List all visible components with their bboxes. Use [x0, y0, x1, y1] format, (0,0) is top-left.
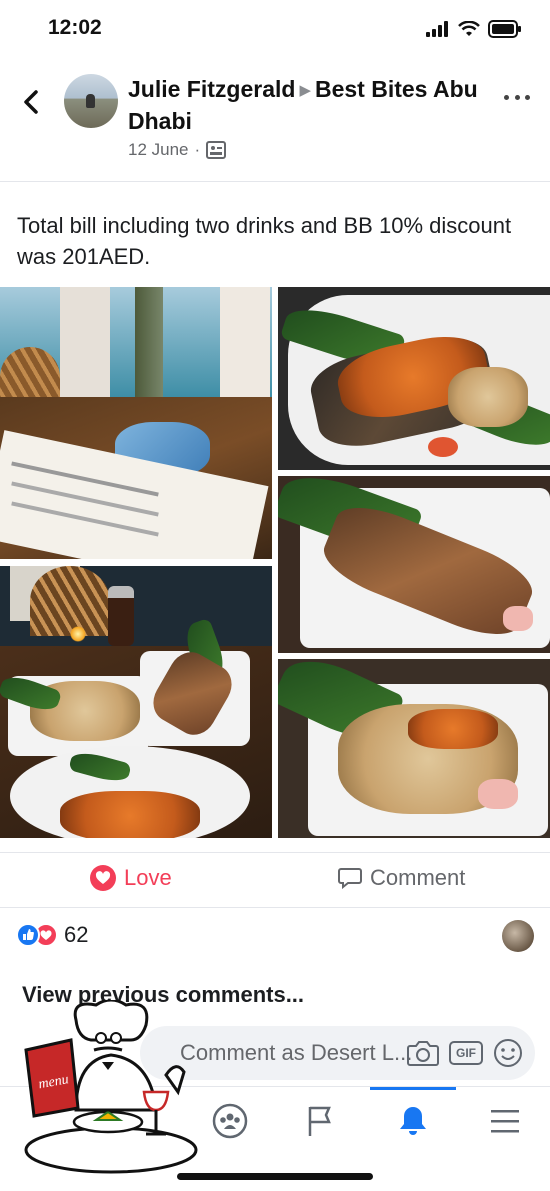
- heart-icon: [90, 865, 116, 891]
- more-dot: [525, 94, 530, 100]
- nav-notifications[interactable]: [393, 1101, 433, 1141]
- meta-separator: ·: [194, 140, 201, 159]
- triangle-right-icon: ▶: [299, 82, 311, 99]
- signal-icon: [426, 21, 448, 37]
- chef-menu-logo: menu: [24, 1000, 198, 1174]
- photo-restaurant-table[interactable]: [0, 287, 272, 559]
- like-reaction-icon: [16, 923, 40, 947]
- gif-icon[interactable]: GIF: [449, 1041, 483, 1065]
- love-button[interactable]: Love: [90, 865, 172, 891]
- battery-icon: [488, 20, 521, 38]
- flag-icon: [308, 1106, 331, 1136]
- avatar-figure: [86, 94, 95, 108]
- photo-fried-rice[interactable]: [278, 659, 550, 838]
- chevron-left-icon: [24, 90, 38, 114]
- photo-album-icon: [206, 141, 227, 159]
- status-bar: 12:02: [0, 0, 550, 60]
- author-name[interactable]: Julie Fitzgerald: [128, 76, 295, 102]
- nav-pages[interactable]: [300, 1101, 340, 1141]
- nav-menu[interactable]: [485, 1101, 525, 1141]
- comment-button[interactable]: Comment: [338, 865, 465, 891]
- more-options-button[interactable]: [504, 92, 530, 102]
- reaction-count: 62: [64, 922, 89, 947]
- post-text: Total bill including two drinks and BB 1…: [17, 213, 512, 269]
- wifi-icon: [458, 21, 480, 36]
- hamburger-icon: [491, 1110, 519, 1133]
- photo-mussels[interactable]: [278, 287, 550, 470]
- active-tab-indicator: [370, 1087, 456, 1090]
- post-date[interactable]: 12 June: [128, 140, 189, 160]
- post-meta: 12 June ·: [128, 140, 227, 160]
- comment-input-placeholder[interactable]: Comment as Desert L...: [180, 1040, 412, 1066]
- more-dots-icon: [504, 94, 509, 100]
- back-button[interactable]: [20, 88, 44, 116]
- groups-icon: [212, 1103, 248, 1139]
- photo-table-dishes[interactable]: [0, 566, 272, 838]
- speech-bubble-icon: [338, 868, 362, 889]
- love-label: Love: [124, 865, 172, 890]
- composer-icons: GIF: [407, 1038, 523, 1068]
- post-header: Julie Fitzgerald ▶ Best Bites Abu Dhabi 12…: [0, 60, 550, 182]
- camera-icon[interactable]: [407, 1039, 439, 1067]
- author-avatar[interactable]: [64, 74, 118, 128]
- nav-groups[interactable]: [210, 1101, 250, 1141]
- status-icons: [426, 20, 522, 38]
- home-indicator[interactable]: [177, 1173, 373, 1180]
- post-author-line: Julie Fitzgerald ▶ Best Bites Abu Dhabi: [128, 74, 478, 136]
- emoji-icon[interactable]: [493, 1038, 523, 1068]
- status-time: 12:02: [48, 16, 102, 39]
- post-action-bar: Love Comment: [0, 852, 550, 908]
- commenter-avatar[interactable]: [502, 920, 534, 952]
- bell-icon: [400, 1107, 426, 1135]
- more-dot: [514, 94, 520, 100]
- comment-label: Comment: [370, 865, 466, 890]
- photo-sushi-roll[interactable]: [278, 476, 550, 653]
- reaction-summary[interactable]: 62: [16, 922, 88, 948]
